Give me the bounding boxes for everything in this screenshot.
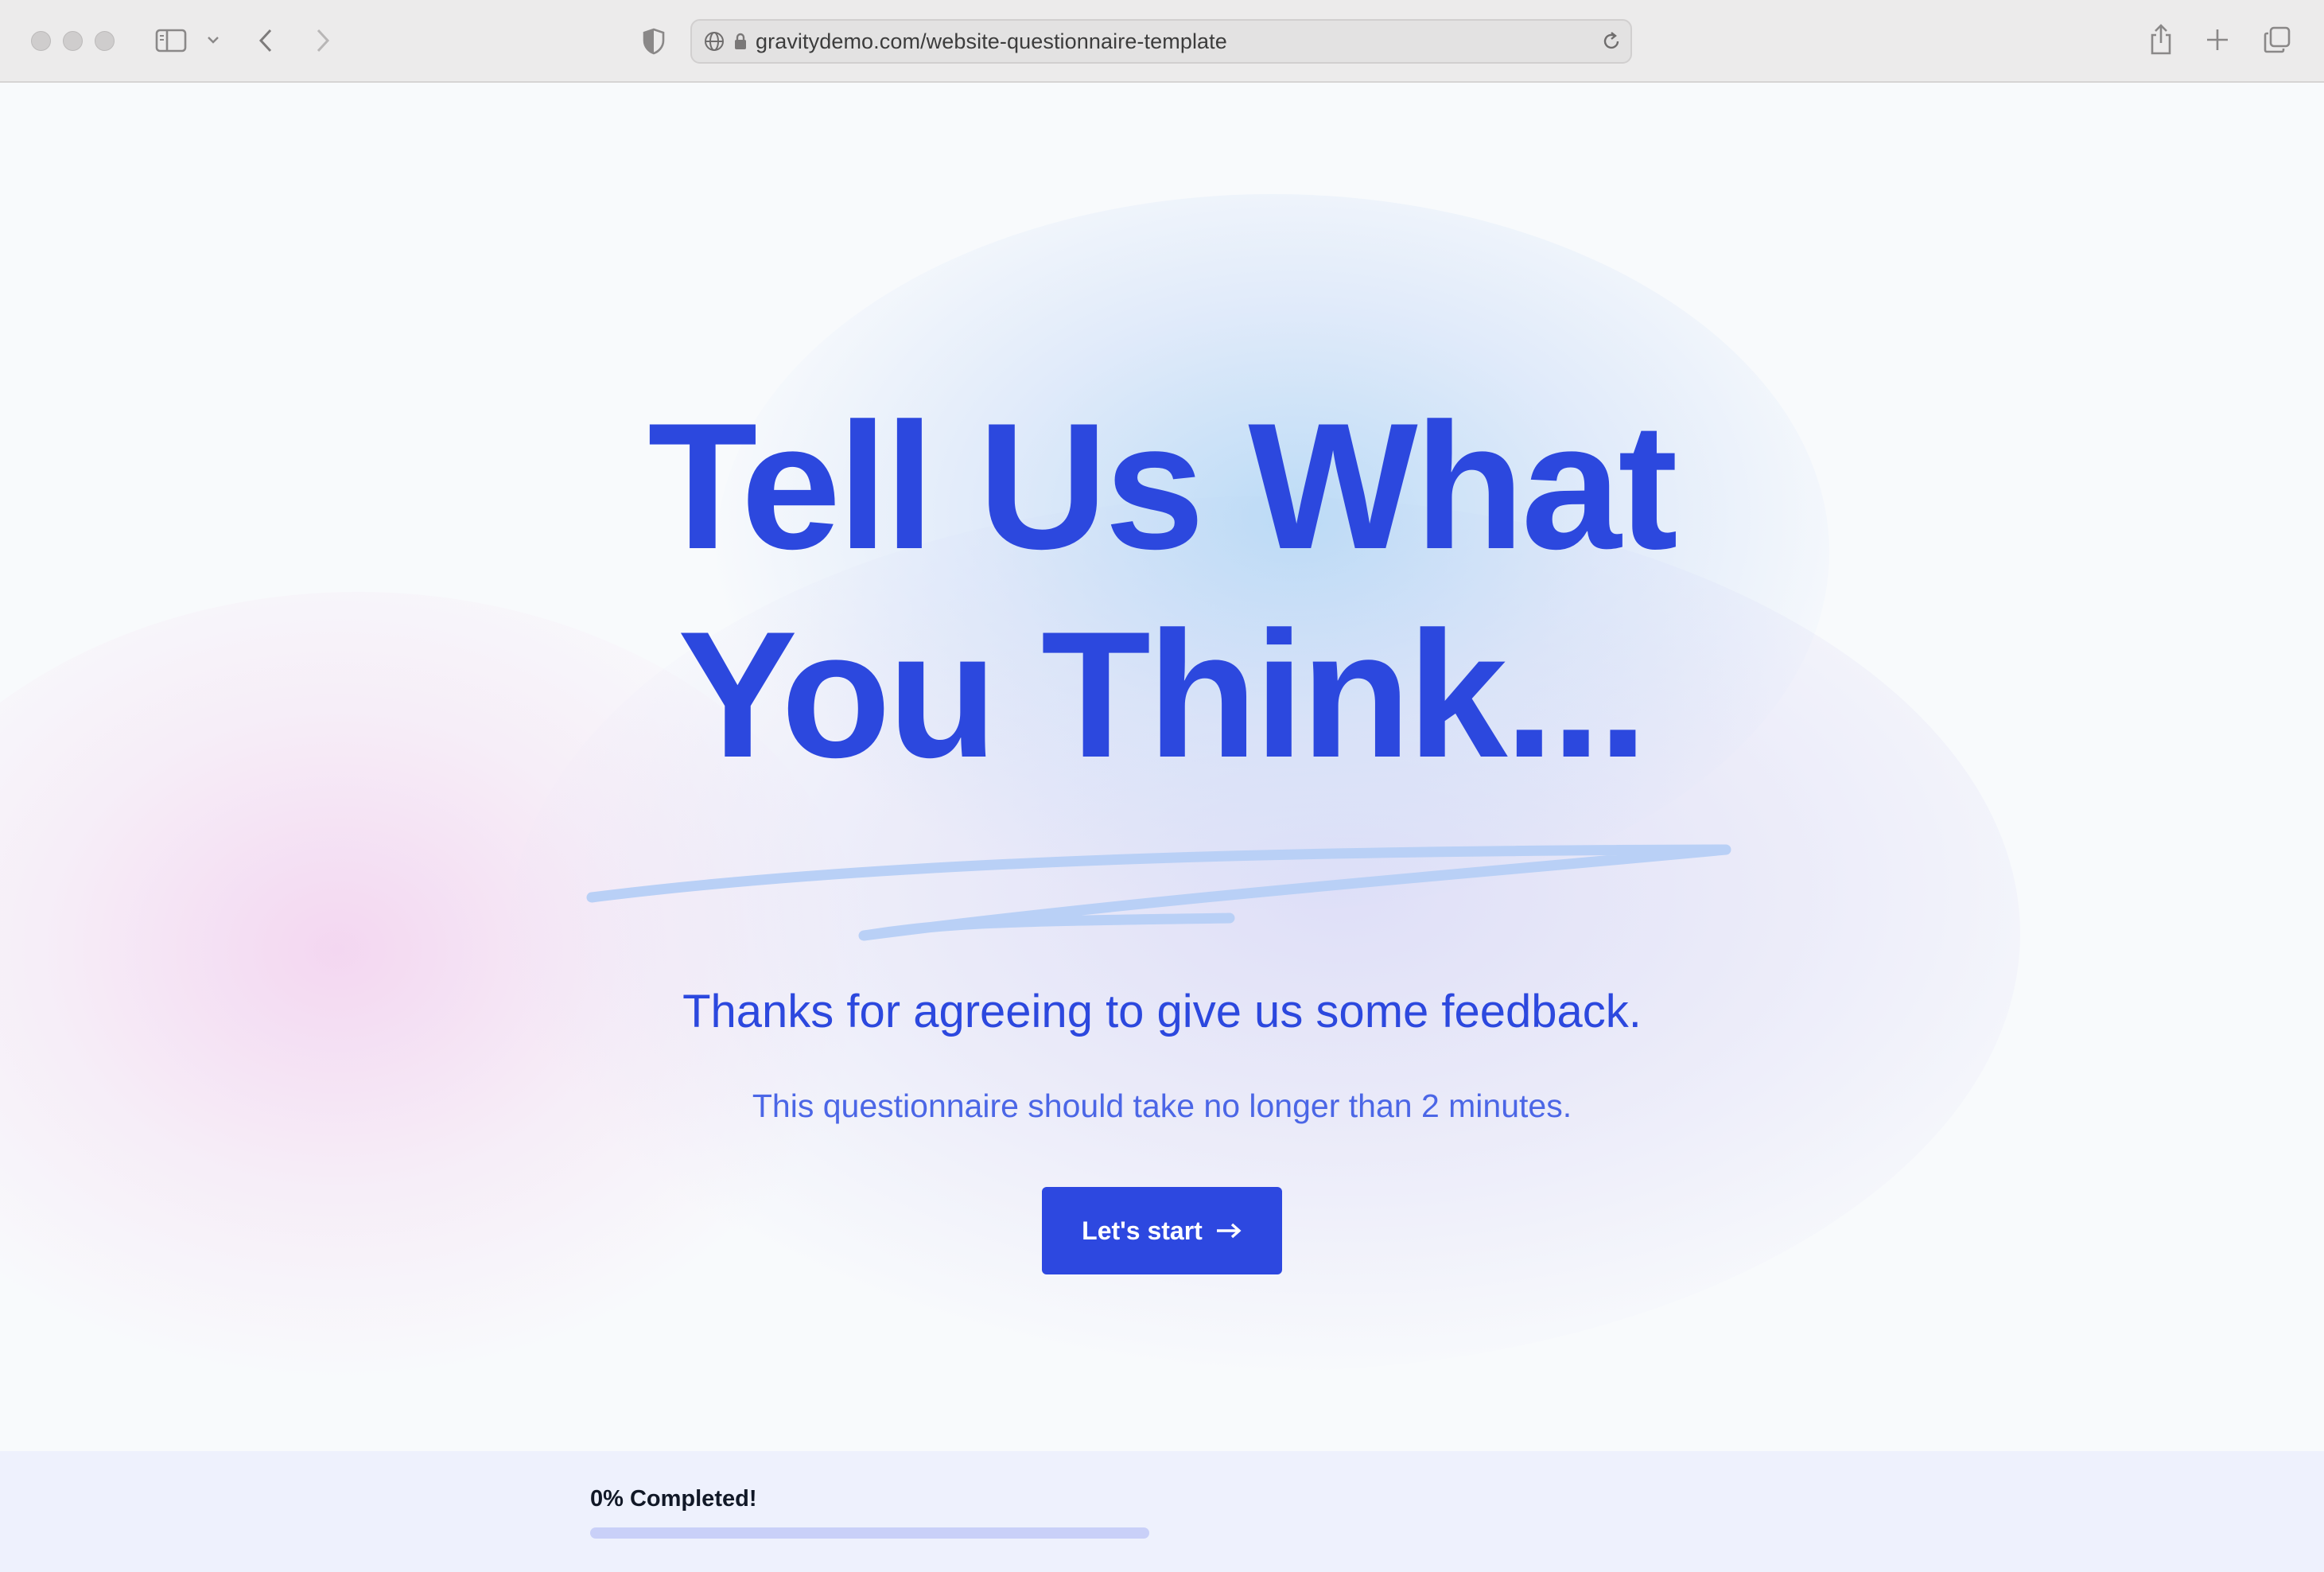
chevron-right-icon[interactable]	[312, 25, 334, 56]
tabs-overview-icon[interactable]	[2263, 25, 2291, 54]
progress-label: 0% Completed!	[590, 1486, 757, 1512]
minimize-window-button[interactable]	[63, 31, 83, 51]
page-content: Tell Us What You Think... Thanks for agr…	[0, 83, 2324, 1451]
duration-note-text: This questionnaire should take no longer…	[752, 1088, 1572, 1124]
globe-icon	[703, 30, 725, 53]
progress-footer: 0% Completed!	[0, 1451, 2324, 1572]
chevron-down-icon[interactable]	[205, 32, 221, 48]
share-icon[interactable]	[2147, 22, 2174, 57]
url-text: gravitydemo.com/website-questionnaire-te…	[756, 29, 1227, 53]
close-window-button[interactable]	[31, 31, 51, 51]
progress-bar	[590, 1527, 1149, 1539]
shield-icon[interactable]	[641, 27, 666, 56]
feedback-thanks-text: Thanks for agreeing to give us some feed…	[682, 986, 1642, 1037]
plus-icon[interactable]	[2205, 27, 2230, 53]
reload-icon[interactable]	[1600, 30, 1623, 53]
address-bar[interactable]: gravitydemo.com/website-questionnaire-te…	[690, 19, 1632, 64]
sidebar-icon[interactable]	[154, 27, 188, 54]
chevron-left-icon[interactable]	[255, 25, 277, 56]
scribble-underline-decoration	[586, 844, 1731, 941]
lets-start-label: Let's start	[1082, 1216, 1203, 1245]
browser-toolbar: gravitydemo.com/website-questionnaire-te…	[0, 0, 2324, 83]
zoom-window-button[interactable]	[95, 31, 115, 51]
lets-start-button[interactable]: Let's start	[1042, 1187, 1282, 1274]
arrow-right-icon	[1215, 1216, 1242, 1246]
lock-icon	[732, 31, 749, 52]
headline-line-2: You Think...	[678, 593, 1648, 795]
headline-line-1: Tell Us What	[647, 385, 1677, 586]
headline: Tell Us What You Think...	[557, 382, 1766, 799]
